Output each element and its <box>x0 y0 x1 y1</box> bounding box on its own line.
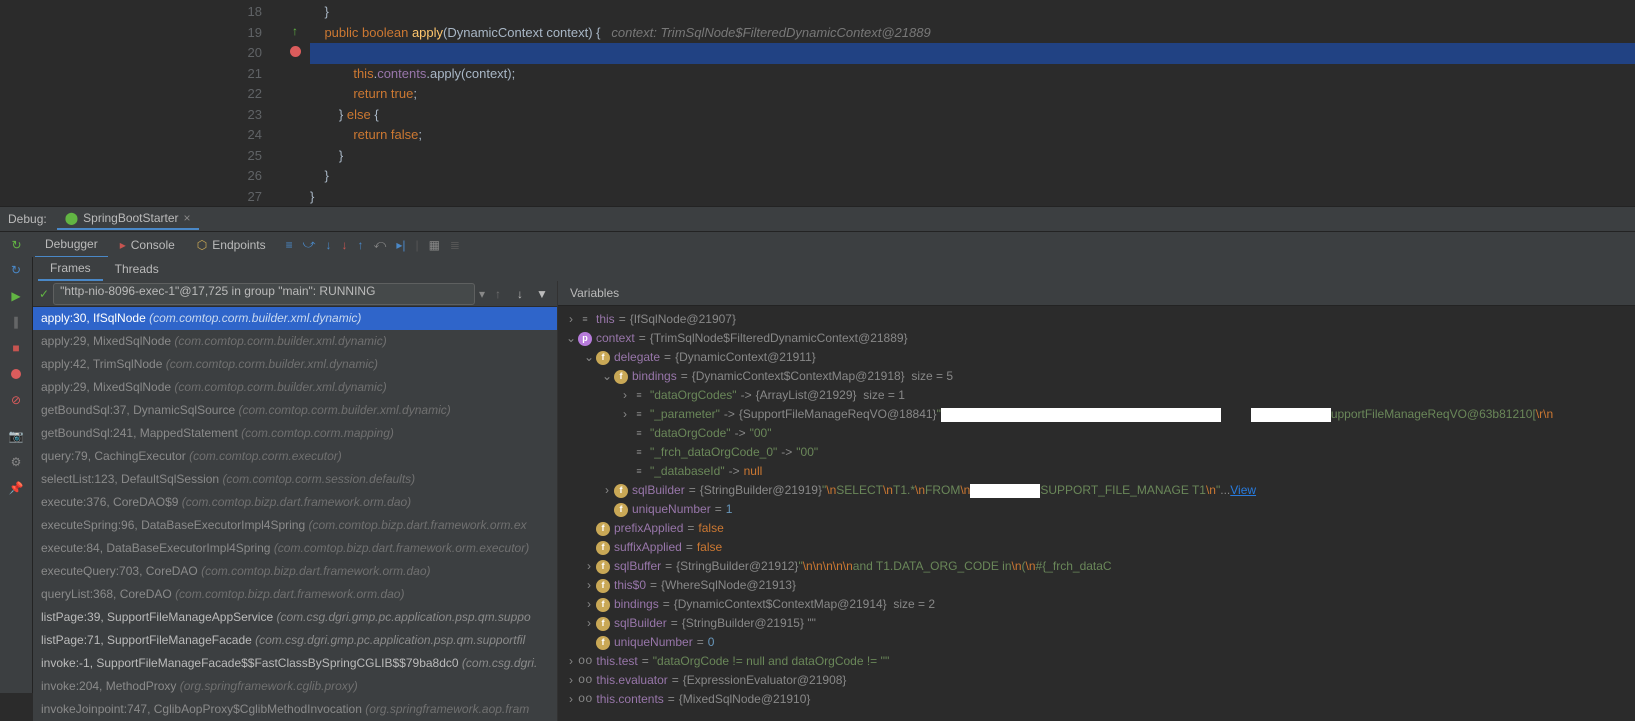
variable-node[interactable]: fprefixApplied=false <box>558 519 1635 538</box>
variable-node[interactable]: funiqueNumber=1 <box>558 500 1635 519</box>
variable-node[interactable]: ›≡"_parameter"->{SupportFileManageReqVO@… <box>558 405 1635 424</box>
stack-frame[interactable]: invoke:204, MethodProxy (org.springframe… <box>33 675 557 698</box>
run-to-cursor-icon[interactable]: ▸| <box>396 238 405 252</box>
override-icon: ↑ <box>292 24 298 38</box>
gutter-line-numbers: 18192021222324252627 <box>0 0 280 206</box>
frame-list[interactable]: apply:30, IfSqlNode (com.comtop.corm.bui… <box>33 307 557 721</box>
variable-node[interactable]: funiqueNumber=0 <box>558 633 1635 652</box>
thread-selector[interactable]: "http-nio-8096-exec-1"@17,725 in group "… <box>53 283 475 305</box>
variable-node[interactable]: ›oothis.test="dataOrgCode != null and da… <box>558 652 1635 671</box>
show-execution-point-icon[interactable]: ≡ <box>286 238 293 252</box>
stop-icon[interactable]: ■ <box>5 337 27 359</box>
prev-frame-icon[interactable]: ↑ <box>489 287 507 301</box>
stack-frame[interactable]: selectList:123, DefaultSqlSession (com.c… <box>33 468 557 491</box>
debug-label: Debug: <box>8 212 47 226</box>
tab-frames[interactable]: Frames <box>38 257 103 281</box>
stack-frame[interactable]: executeQuery:703, CoreDAO (com.comtop.bi… <box>33 560 557 583</box>
stack-frame[interactable]: queryList:368, CoreDAO (com.comtop.bizp.… <box>33 583 557 606</box>
gutter-markers: ↑ <box>280 0 310 206</box>
stack-frame[interactable]: listPage:39, SupportFileManageAppService… <box>33 606 557 629</box>
variable-node[interactable]: ›fthis$0={WhereSqlNode@21913} <box>558 576 1635 595</box>
stack-frame[interactable]: apply:29, MixedSqlNode (com.comtop.corm.… <box>33 330 557 353</box>
variable-node[interactable]: ≡"dataOrgCode"->"00" <box>558 424 1635 443</box>
variable-node[interactable]: ⌄fbindings={DynamicContext$ContextMap@21… <box>558 367 1635 386</box>
variable-node[interactable]: ›fsqlBuilder={StringBuilder@21919} "\n S… <box>558 481 1635 500</box>
stack-frame[interactable]: execute:376, CoreDAO$9 (com.comtop.bizp.… <box>33 491 557 514</box>
step-into-icon[interactable]: ↓ <box>325 238 331 252</box>
mute-breakpoints-icon[interactable]: ⊘ <box>5 389 27 411</box>
pause-icon[interactable]: ∥ <box>5 311 27 333</box>
stack-frame[interactable]: invoke:-1, SupportFileManageFacade$$Fast… <box>33 652 557 675</box>
force-step-into-icon[interactable]: ↓ <box>341 238 347 252</box>
step-out-icon[interactable]: ↑ <box>357 238 363 252</box>
debug-session-tab[interactable]: ⬤ SpringBootStarter × <box>57 208 199 230</box>
variables-header: Variables <box>558 281 1635 306</box>
endpoints-icon: ⬡ <box>197 238 207 252</box>
view-breakpoints-icon[interactable] <box>5 363 27 385</box>
stack-frame[interactable]: executeSpring:96, DataBaseExecutorImpl4S… <box>33 514 557 537</box>
trace-icon[interactable]: ≣ <box>450 238 460 252</box>
session-name: SpringBootStarter <box>83 211 178 225</box>
execution-line-highlight <box>310 43 1635 64</box>
debug-side-toolbar: ↻ ▶ ∥ ■ ⊘ 📷 ⚙ 📌 <box>0 257 33 693</box>
variable-node[interactable]: ≡"_databaseId"->null <box>558 462 1635 481</box>
close-icon[interactable]: × <box>184 211 191 225</box>
tab-endpoints[interactable]: ⬡Endpoints <box>187 233 276 257</box>
stack-frame[interactable]: query:79, CachingExecutor (com.comtop.co… <box>33 445 557 468</box>
code-editor[interactable]: 18192021222324252627 ↑ } public boolean … <box>0 0 1635 206</box>
debugger-sub-tabs: Frames Threads <box>33 257 1635 281</box>
tab-console[interactable]: ▸Console <box>110 233 185 257</box>
stack-frame[interactable]: execute:84, DataBaseExecutorImpl4Spring … <box>33 537 557 560</box>
variable-node[interactable]: ›fsqlBuffer={StringBuilder@21912} "\n \n… <box>558 557 1635 576</box>
thread-check-icon: ✓ <box>39 287 49 301</box>
bug-icon: ⬤ <box>65 211 78 225</box>
variable-node[interactable]: fsuffixApplied=false <box>558 538 1635 557</box>
tab-threads[interactable]: Threads <box>103 258 171 280</box>
variable-node[interactable]: ⌄fdelegate={DynamicContext@21911} <box>558 348 1635 367</box>
variable-node[interactable]: ›fbindings={DynamicContext$ContextMap@21… <box>558 595 1635 614</box>
frames-panel: ✓ "http-nio-8096-exec-1"@17,725 in group… <box>33 281 558 721</box>
debug-toolwindow-header: Debug: ⬤ SpringBootStarter × <box>0 206 1635 231</box>
next-frame-icon[interactable]: ↓ <box>511 287 529 301</box>
stack-frame[interactable]: apply:42, TrimSqlNode (com.comtop.corm.b… <box>33 353 557 376</box>
variables-tree[interactable]: ›≡this={IfSqlNode@21907}⌄pcontext={TrimS… <box>558 306 1635 713</box>
stack-frame[interactable]: getBoundSql:241, MappedStatement (com.co… <box>33 422 557 445</box>
variable-node[interactable]: ›≡this={IfSqlNode@21907} <box>558 310 1635 329</box>
variable-node[interactable]: ›oothis.evaluator={ExpressionEvaluator@2… <box>558 671 1635 690</box>
filter-icon[interactable]: ▼ <box>533 287 551 301</box>
variable-node[interactable]: ›fsqlBuilder={StringBuilder@21915} "" <box>558 614 1635 633</box>
stack-frame[interactable]: apply:29, MixedSqlNode (com.comtop.corm.… <box>33 376 557 399</box>
debug-toolbar: ↻ Debugger ▸Console ⬡Endpoints ≡ ⤻ ↓ ↓ ↑… <box>0 231 1635 257</box>
breakpoint-icon <box>290 46 301 57</box>
pin-icon[interactable]: 📌 <box>5 477 27 499</box>
stack-frame[interactable]: apply:30, IfSqlNode (com.comtop.corm.bui… <box>33 307 557 330</box>
variable-node[interactable]: ≡"_frch_dataOrgCode_0"->"00" <box>558 443 1635 462</box>
settings-icon[interactable]: ⚙ <box>5 451 27 473</box>
step-over-icon[interactable]: ⤻ <box>303 237 316 252</box>
stack-frame[interactable]: listPage:71, SupportFileManageFacade (co… <box>33 629 557 652</box>
rerun-icon[interactable]: ↻ <box>11 238 21 252</box>
update-icon[interactable]: ↻ <box>5 259 27 281</box>
code-content[interactable]: } public boolean apply(DynamicContext co… <box>310 0 1635 206</box>
variable-node[interactable]: ›≡"dataOrgCodes"->{ArrayList@21929} size… <box>558 386 1635 405</box>
variable-node[interactable]: ⌄pcontext={TrimSqlNode$FilteredDynamicCo… <box>558 329 1635 348</box>
evaluate-icon[interactable]: ▦ <box>429 238 440 252</box>
stack-frame[interactable]: getBoundSql:37, DynamicSqlSource (com.co… <box>33 399 557 422</box>
variables-panel: Variables ›≡this={IfSqlNode@21907}⌄pcont… <box>558 281 1635 721</box>
drop-frame-icon[interactable]: ⤺ <box>373 237 386 252</box>
tab-debugger[interactable]: Debugger <box>35 232 108 258</box>
variable-node[interactable]: ›oothis.contents={MixedSqlNode@21910} <box>558 690 1635 709</box>
console-icon: ▸ <box>120 238 126 252</box>
resume-icon[interactable]: ▶ <box>5 285 27 307</box>
get-thread-dump-icon[interactable]: 📷 <box>5 425 27 447</box>
